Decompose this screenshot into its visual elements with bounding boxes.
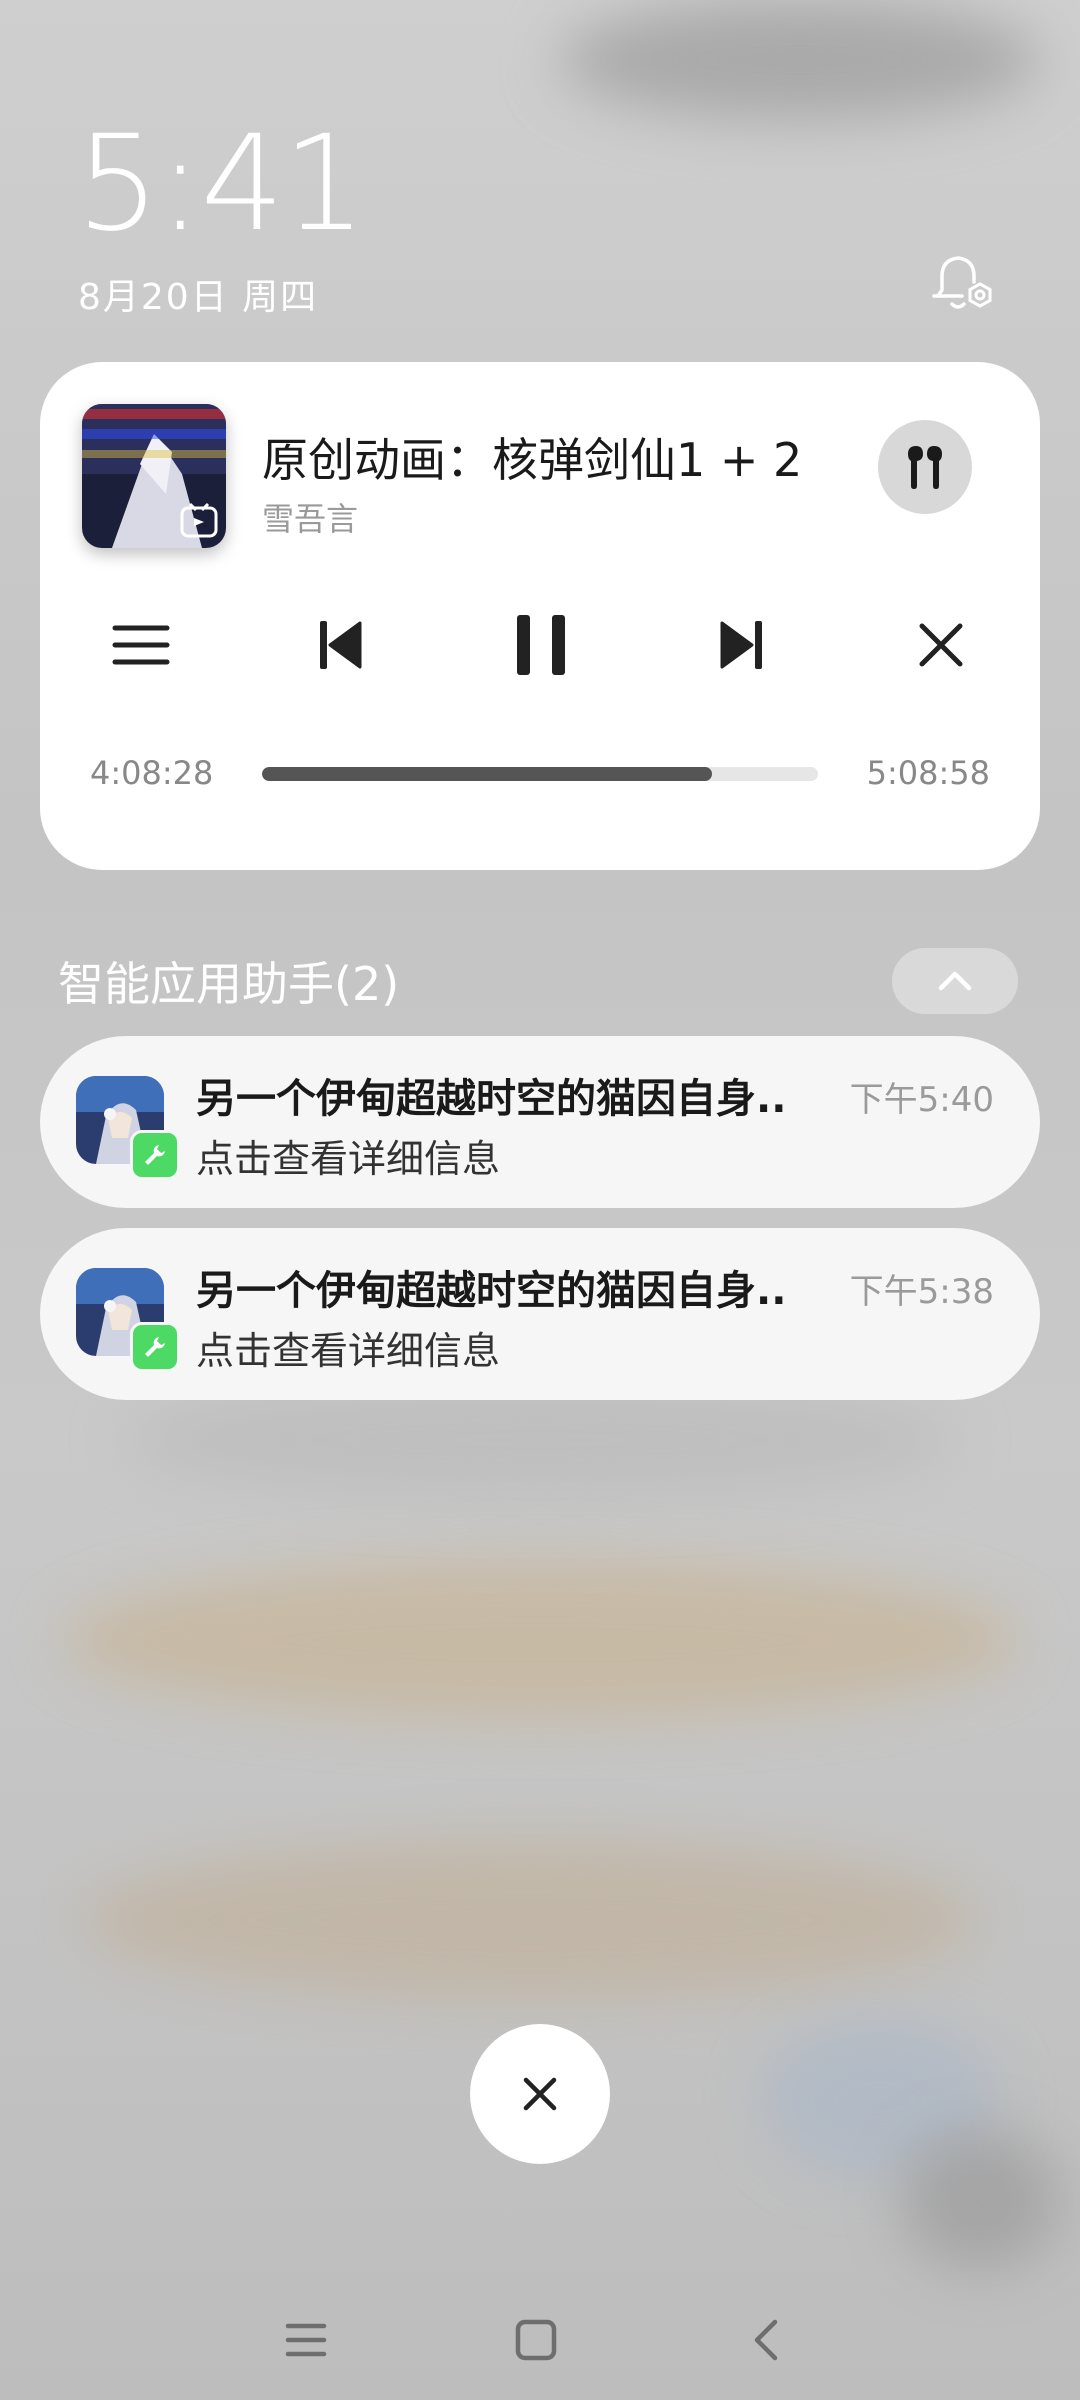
wrench-icon [130,1322,180,1372]
back-button[interactable] [736,2310,796,2370]
close-icon [523,2077,557,2111]
chevron-up-icon [938,971,972,991]
notification-time: 下午5:38 [849,1272,994,1312]
output-device-button[interactable] [878,420,972,514]
next-button[interactable] [696,600,786,690]
close-player-button[interactable] [896,600,986,690]
notification-time: 下午5:40 [849,1080,994,1120]
progress-bar[interactable] [262,767,818,781]
notification-title: 另一个伊甸超越时空的猫因自身.. [196,1268,787,1314]
wrench-icon [130,1130,180,1180]
home-button[interactable] [506,2310,566,2370]
pause-icon [517,615,565,675]
notification-title: 另一个伊甸超越时空的猫因自身.. [196,1076,787,1122]
previous-button[interactable] [296,600,386,690]
home-icon [515,2319,557,2361]
skip-next-icon [720,621,762,669]
collapse-group-button[interactable] [892,948,1018,1014]
media-title: 原创动画：核弹剑仙1 + 2 [262,433,803,487]
notification-item[interactable]: 另一个伊甸超越时空的猫因自身.. 点击查看详细信息 下午5:38 [40,1228,1040,1400]
media-player-card[interactable]: 原创动画：核弹剑仙1 + 2 雪吾言 4:08:28 5:08:58 [40,362,1040,870]
progress-fill [262,767,713,781]
playlist-button[interactable] [96,600,186,690]
menu-icon [112,625,170,665]
notification-group-title: 智能应用助手(2) [58,957,400,1011]
navigation-bar [0,2290,1080,2380]
pause-button[interactable] [496,600,586,690]
earbuds-icon [908,446,942,489]
notification-body: 点击查看详细信息 [196,1137,501,1181]
recents-button[interactable] [276,2310,336,2370]
bell-settings-icon[interactable] [928,252,996,316]
close-icon [919,623,963,667]
recents-icon [285,2323,327,2357]
back-icon [754,2319,778,2361]
clear-all-button[interactable] [470,2024,610,2164]
clock-date: 8月20日 周四 [78,277,319,318]
album-cover[interactable] [82,404,226,548]
clock-time: 5:41 [76,107,366,261]
notification-item[interactable]: 另一个伊甸超越时空的猫因自身.. 点击查看详细信息 下午5:40 [40,1036,1040,1208]
media-artist: 雪吾言 [262,500,359,538]
notification-body: 点击查看详细信息 [196,1329,501,1373]
elapsed-time: 4:08:28 [90,754,214,792]
total-time: 5:08:58 [866,754,990,792]
skip-previous-icon [320,621,362,669]
